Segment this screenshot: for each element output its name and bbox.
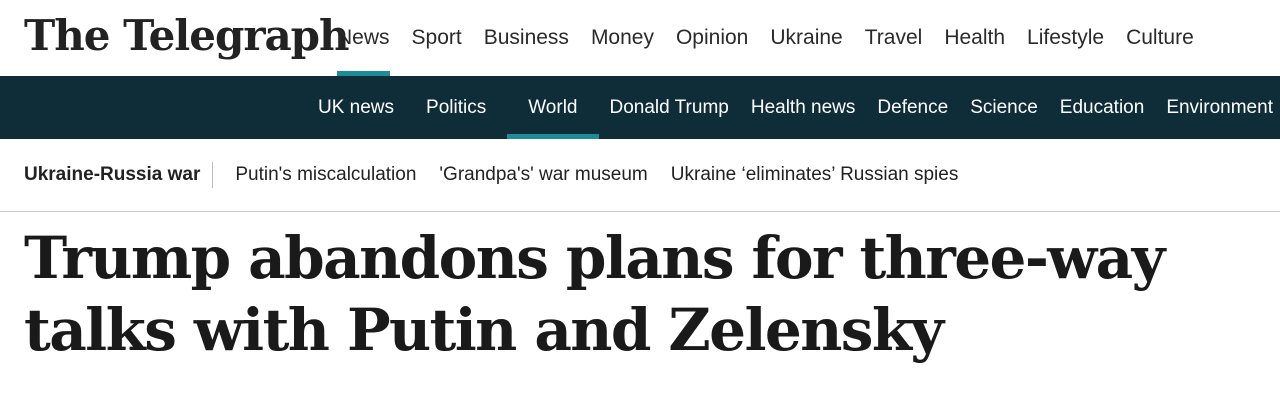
nav-item-culture[interactable]: Culture: [1115, 0, 1205, 76]
sub-nav-science[interactable]: Science: [959, 76, 1049, 139]
primary-nav: News Sport Business Money Opinion Ukrain…: [326, 0, 1280, 76]
sub-nav-world[interactable]: World: [507, 76, 599, 139]
section-bar: UK news Politics World Donald Trump Heal…: [0, 76, 1280, 139]
topic-title[interactable]: Ukraine-Russia war: [24, 162, 214, 188]
sub-nav-health-news[interactable]: Health news: [740, 76, 867, 139]
sub-nav-donald-trump[interactable]: Donald Trump: [599, 76, 740, 139]
nav-item-lifestyle[interactable]: Lifestyle: [1016, 0, 1115, 76]
secondary-nav: UK news Politics World Donald Trump Heal…: [307, 76, 1280, 139]
sub-nav-education[interactable]: Education: [1049, 76, 1156, 139]
nav-item-sport[interactable]: Sport: [401, 0, 473, 76]
topic-bar: Ukraine-Russia war Putin's miscalculatio…: [0, 139, 1280, 212]
top-bar: The Telegraph News Sport Business Money …: [0, 0, 1280, 76]
nav-item-ukraine[interactable]: Ukraine: [759, 0, 853, 76]
telegraph-logo[interactable]: The Telegraph: [24, 10, 350, 62]
nav-item-business[interactable]: Business: [473, 0, 580, 76]
topic-link-ukraine-eliminates-spies[interactable]: Ukraine ‘eliminates’ Russian spies: [671, 164, 959, 186]
nav-item-money[interactable]: Money: [580, 0, 665, 76]
nav-item-health[interactable]: Health: [933, 0, 1016, 76]
sub-nav-politics[interactable]: Politics: [405, 76, 507, 139]
nav-item-travel[interactable]: Travel: [854, 0, 934, 76]
nav-item-opinion[interactable]: Opinion: [665, 0, 759, 76]
article-headline: Trump abandons plans for three-way talks…: [24, 224, 1165, 364]
nav-item-news[interactable]: News: [326, 0, 401, 76]
sub-nav-uk-news[interactable]: UK news: [307, 76, 405, 139]
topic-link-grandpas-war-museum[interactable]: 'Grandpa's' war museum: [439, 164, 647, 186]
sub-nav-defence[interactable]: Defence: [866, 76, 959, 139]
sub-nav-environment[interactable]: Environment: [1155, 76, 1280, 139]
topic-link-putins-miscalculation[interactable]: Putin's miscalculation: [235, 164, 416, 186]
